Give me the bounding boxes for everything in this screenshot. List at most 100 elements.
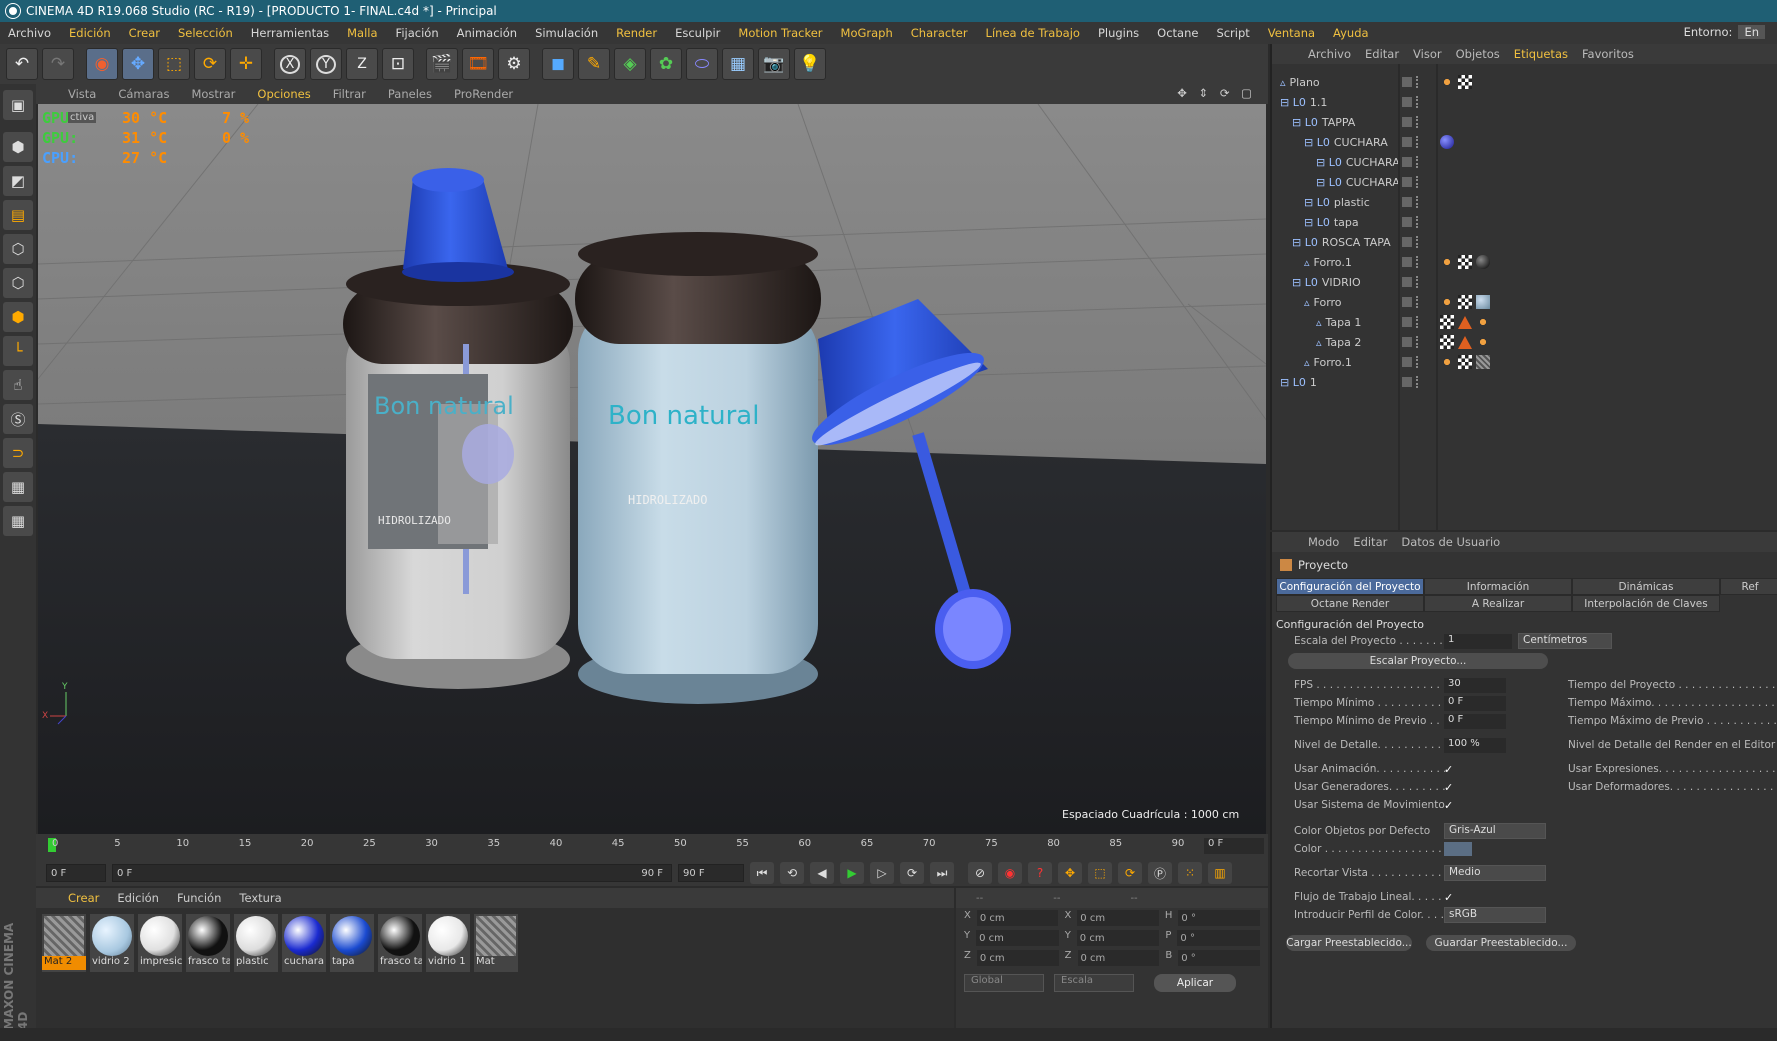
checker-tag-icon[interactable] <box>1458 255 1472 269</box>
visibility-toggle[interactable] <box>1402 196 1428 208</box>
material-swatch[interactable]: vidrio 1 <box>426 914 470 972</box>
visibility-toggle[interactable] <box>1402 376 1428 388</box>
go-to-start-icon[interactable]: ⏮ <box>750 862 774 884</box>
layer-icon[interactable] <box>1402 237 1412 247</box>
tweak-mode-icon[interactable]: ☝ <box>3 370 33 400</box>
object-tree-item[interactable]: ⊟ L0 CUCHARA <box>1304 136 1388 149</box>
visibility-dots-icon[interactable] <box>1416 316 1420 328</box>
live-select-icon[interactable]: ◉ <box>86 48 118 80</box>
use-motion-checkbox[interactable]: ✓ <box>1444 799 1453 812</box>
menu-item-6[interactable]: Fijación <box>396 26 439 40</box>
menu-item-3[interactable]: Selección <box>178 26 233 40</box>
keyframe-selection-icon[interactable]: ? <box>1028 862 1052 884</box>
attribute-menu-1[interactable]: Editar <box>1353 535 1387 549</box>
model-mode-icon[interactable]: ⬢ <box>3 132 33 162</box>
default-color-select[interactable]: Gris-Azul <box>1444 823 1546 839</box>
object-tree-row[interactable]: ⊟ L0 ROSCA TAPA <box>1272 232 1777 252</box>
attribute-tab[interactable]: A Realizar <box>1424 595 1572 612</box>
object-tree-row[interactable]: ⊟ L0 VIDRIO <box>1272 272 1777 292</box>
visibility-dots-icon[interactable] <box>1416 116 1420 128</box>
checker-tag-icon[interactable] <box>1458 295 1472 309</box>
checker-tag-icon[interactable] <box>1440 315 1454 329</box>
attribute-tab[interactable]: Octane Render <box>1276 595 1424 612</box>
subdivision-icon[interactable]: ◈ <box>614 48 646 80</box>
menu-item-7[interactable]: Animación <box>457 26 517 40</box>
material-menu-0[interactable]: Crear <box>68 891 99 905</box>
project-scale-unit-select[interactable]: Centímetros <box>1518 633 1612 649</box>
material-menu-2[interactable]: Función <box>177 891 221 905</box>
menu-item-17[interactable]: Script <box>1216 26 1249 40</box>
play-icon[interactable]: ▶ <box>840 862 864 884</box>
object-tree-row[interactable]: ⊟ L0 TAPPA <box>1272 112 1777 132</box>
menu-item-0[interactable]: Archivo <box>8 26 51 40</box>
coordinate-field[interactable]: 0 cm <box>1077 910 1159 926</box>
start-frame-field[interactable]: 0 F <box>46 864 106 882</box>
polygons-mode-icon[interactable]: ⬢ <box>3 302 33 332</box>
material-menu-3[interactable]: Textura <box>239 891 281 905</box>
visibility-toggle[interactable] <box>1402 156 1428 168</box>
layer-icon[interactable] <box>1402 357 1412 367</box>
layer-icon[interactable] <box>1402 137 1412 147</box>
checker-tag-icon[interactable] <box>1440 335 1454 349</box>
phong-tag-icon[interactable] <box>1440 355 1454 369</box>
color-swatch[interactable] <box>1444 842 1472 856</box>
object-tree-row[interactable]: ⊟ L0 CUCHARA <box>1272 172 1777 192</box>
layer-icon[interactable] <box>1402 197 1412 207</box>
render-picture-viewer-icon[interactable]: 🎞 <box>462 48 494 80</box>
visibility-dots-icon[interactable] <box>1416 156 1420 168</box>
object-tree-row[interactable]: ▵ Tapa 2 <box>1272 332 1777 352</box>
visibility-dots-icon[interactable] <box>1416 236 1420 248</box>
scale-icon[interactable]: ⬚ <box>158 48 190 80</box>
visibility-toggle[interactable] <box>1402 116 1428 128</box>
viewport[interactable]: Bon natural HIDROLIZADO Bon natural HIDR… <box>38 104 1266 834</box>
magnet-icon[interactable]: ⊃ <box>3 438 33 468</box>
phong-tag-icon[interactable] <box>1440 295 1454 309</box>
size-mode-select[interactable]: Escala <box>1054 974 1134 992</box>
object-tree-item[interactable]: ▵ Tapa 2 <box>1316 336 1361 349</box>
key-parameter-icon[interactable]: Ⓟ <box>1148 862 1172 884</box>
visibility-dots-icon[interactable] <box>1416 76 1420 88</box>
texture-mode-icon[interactable]: ◩ <box>3 166 33 196</box>
object-tree-item[interactable]: ⊟ L0 1 <box>1280 376 1317 389</box>
object-menu-2[interactable]: Visor <box>1413 47 1442 61</box>
next-key-icon[interactable]: ⟳ <box>900 862 924 884</box>
render-view-icon[interactable]: 🎬 <box>426 48 458 80</box>
layer-icon[interactable] <box>1402 377 1412 387</box>
coordinate-field[interactable]: 0 cm <box>1076 930 1160 946</box>
object-tree-item[interactable]: ⊟ L0 TAPPA <box>1292 116 1355 129</box>
render-settings-icon[interactable]: ⚙ <box>498 48 530 80</box>
camera-icon[interactable]: 📷 <box>758 48 790 80</box>
object-tree-row[interactable]: ⊟ L0 1.1 <box>1272 92 1777 112</box>
current-frame-field[interactable]: 0 F <box>1204 838 1264 854</box>
menu-item-10[interactable]: Esculpir <box>675 26 720 40</box>
menu-item-9[interactable]: Render <box>616 26 657 40</box>
attribute-tab[interactable]: Interpolación de Claves <box>1572 595 1720 612</box>
light-icon[interactable]: 💡 <box>794 48 826 80</box>
menu-item-2[interactable]: Crear <box>129 26 160 40</box>
object-menu-3[interactable]: Objetos <box>1456 47 1500 61</box>
menu-item-12[interactable]: MoGraph <box>841 26 893 40</box>
object-tree-item[interactable]: ▵ Plano <box>1280 76 1320 89</box>
material-menu-1[interactable]: Edición <box>117 891 159 905</box>
layer-icon[interactable] <box>1402 277 1412 287</box>
use-generators-checkbox[interactable]: ✓ <box>1444 781 1453 794</box>
layer-icon[interactable] <box>1402 77 1412 87</box>
layer-icon[interactable] <box>1402 97 1412 107</box>
visibility-toggle[interactable] <box>1402 316 1428 328</box>
load-preset-button[interactable]: Cargar Preestablecido... <box>1286 935 1412 951</box>
object-tree-item[interactable]: ⊟ L0 ROSCA TAPA <box>1292 236 1391 249</box>
layer-icon[interactable] <box>1402 297 1412 307</box>
visibility-dots-icon[interactable] <box>1416 356 1420 368</box>
material-swatch[interactable]: Mat <box>474 914 518 972</box>
attribute-tab[interactable]: Ref <box>1720 578 1777 595</box>
rotate-icon[interactable]: ⟳ <box>194 48 226 80</box>
object-tree-row[interactable]: ▵ Tapa 1 <box>1272 312 1777 332</box>
layer-icon[interactable] <box>1402 117 1412 127</box>
use-animation-checkbox[interactable]: ✓ <box>1444 763 1453 776</box>
min-preview-field[interactable]: 0 F <box>1444 714 1506 729</box>
material-swatch[interactable]: impresic <box>138 914 182 972</box>
workplane-icon[interactable]: ▤ <box>3 200 33 230</box>
coordinate-field[interactable]: 0 ° <box>1178 910 1260 926</box>
visibility-dots-icon[interactable] <box>1416 256 1420 268</box>
menu-item-14[interactable]: Línea de Trabajo <box>986 26 1080 40</box>
